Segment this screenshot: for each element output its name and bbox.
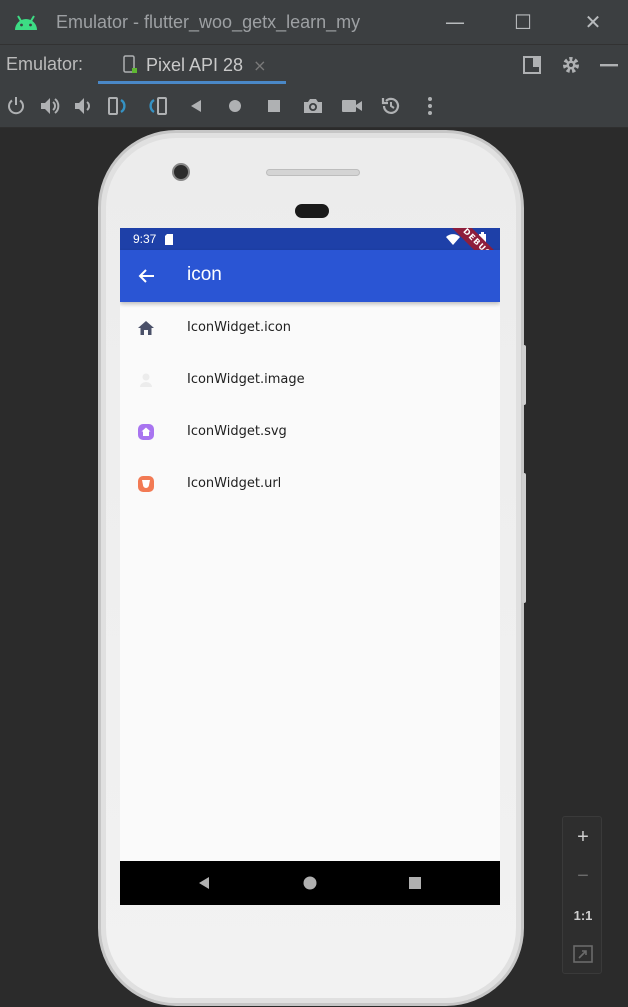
home-icon — [137, 319, 155, 337]
emulator-label: Emulator: — [6, 54, 84, 74]
wifi-icon — [446, 233, 460, 245]
power-side-button — [522, 345, 526, 405]
icon-list: IconWidget.icon IconWidget.image IconWid… — [120, 302, 500, 510]
maximize-button[interactable]: ☐ — [488, 0, 558, 44]
emulator-tab-bar: Emulator: Pixel API 28 × — [0, 44, 628, 85]
url-image-icon — [137, 475, 155, 493]
list-item[interactable]: IconWidget.url — [120, 458, 500, 510]
zoom-out-button[interactable]: − — [563, 858, 603, 894]
layout-toggle-icon[interactable] — [520, 53, 544, 77]
list-item[interactable]: IconWidget.image — [120, 354, 500, 406]
fit-screen-icon[interactable] — [563, 936, 603, 972]
image-icon — [137, 371, 155, 389]
minimize-button[interactable]: — — [420, 0, 490, 44]
more-icon[interactable] — [418, 94, 442, 118]
rotate-right-icon[interactable] — [145, 94, 169, 118]
back-icon[interactable] — [184, 94, 208, 118]
actual-size-button[interactable]: 1:1 — [563, 897, 603, 933]
nav-home-icon[interactable] — [302, 875, 318, 891]
list-item-label: IconWidget.icon — [187, 320, 292, 335]
earpiece-speaker — [266, 169, 360, 176]
screenshot-icon[interactable] — [301, 94, 325, 118]
page-title: icon — [187, 264, 222, 285]
volume-side-button — [522, 473, 526, 603]
list-item-label: IconWidget.image — [187, 372, 305, 387]
power-icon[interactable] — [4, 94, 28, 118]
arrow-back-icon[interactable] — [136, 265, 158, 287]
overview-icon[interactable] — [262, 94, 286, 118]
device-screen[interactable]: 9:37 DEBUG icon IconWidget.icon IconWidg… — [120, 228, 500, 905]
tab-title: Pixel API 28 — [146, 54, 244, 75]
hide-panel-icon[interactable] — [597, 53, 621, 77]
proximity-sensor — [295, 204, 329, 218]
svg-home-icon — [137, 423, 155, 441]
system-nav-bar — [120, 861, 500, 905]
volume-up-icon[interactable] — [38, 94, 62, 118]
tab-close-button[interactable]: × — [253, 56, 266, 75]
window-title-bar: Emulator - flutter_woo_getx_learn_my — ☐… — [0, 0, 628, 44]
gear-icon[interactable] — [559, 53, 583, 77]
tab-pixel-api-28[interactable]: Pixel API 28 × — [98, 45, 286, 85]
nav-back-icon[interactable] — [196, 875, 212, 891]
status-bar: 9:37 — [120, 228, 500, 250]
list-item[interactable]: IconWidget.icon — [120, 302, 500, 354]
front-camera-icon — [172, 163, 190, 181]
list-item-label: IconWidget.url — [187, 476, 282, 491]
volume-down-icon[interactable] — [72, 94, 96, 118]
zoom-controls: + − 1:1 — [562, 816, 602, 974]
app-bar: icon — [120, 250, 500, 302]
device-icon — [122, 55, 138, 75]
nav-overview-icon[interactable] — [407, 875, 423, 891]
list-item-label: IconWidget.svg — [187, 424, 287, 439]
screen-record-icon[interactable] — [340, 94, 364, 118]
window-title: Emulator - flutter_woo_getx_learn_my — [56, 11, 361, 32]
home-icon[interactable] — [223, 94, 247, 118]
snapshot-icon[interactable] — [379, 94, 403, 118]
zoom-in-button[interactable]: + — [563, 819, 603, 855]
rotate-left-icon[interactable] — [106, 94, 130, 118]
status-time: 9:37 — [133, 232, 157, 246]
close-button[interactable]: ✕ — [558, 0, 628, 44]
sd-card-icon — [164, 233, 174, 245]
android-icon — [13, 12, 39, 32]
emulator-toolbar — [0, 84, 628, 128]
list-item[interactable]: IconWidget.svg — [120, 406, 500, 458]
